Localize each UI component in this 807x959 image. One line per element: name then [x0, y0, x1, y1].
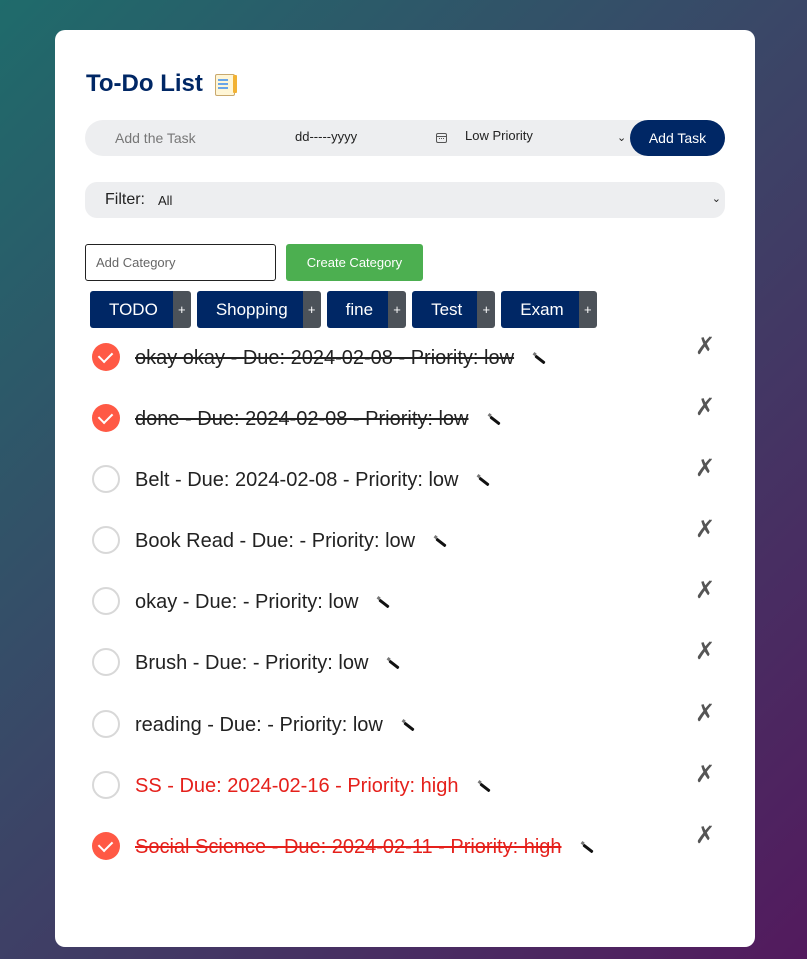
- task-item: Belt - Due: 2024-02-08 - Priority: low ✗: [55, 449, 755, 510]
- unchecked-circle-icon[interactable]: [92, 770, 120, 799]
- category-chip[interactable]: Shopping +: [196, 291, 321, 328]
- category-list: TODO + Shopping + fine + Test + Exam +: [90, 291, 597, 328]
- edit-pencil-icon[interactable]: [378, 598, 390, 609]
- filter-label: Filter:: [105, 191, 145, 208]
- edit-pencil-icon[interactable]: [388, 660, 400, 670]
- delete-icon[interactable]: ✗: [695, 332, 715, 360]
- unchecked-circle-icon[interactable]: [92, 587, 120, 616]
- unchecked-circle-icon[interactable]: [92, 709, 120, 738]
- add-to-category-button[interactable]: +: [388, 291, 407, 328]
- category-input[interactable]: [85, 244, 276, 281]
- category-name[interactable]: Exam: [501, 291, 579, 328]
- delete-icon[interactable]: ✗: [695, 393, 715, 421]
- category-name[interactable]: Shopping: [196, 291, 303, 328]
- create-category-button[interactable]: Create Category: [286, 244, 423, 281]
- todo-card: To-Do List dd-----yyyy Low Priority ⌄ Ad…: [55, 30, 755, 947]
- task-item: Brush - Due: - Priority: low ✗: [55, 632, 755, 693]
- delete-icon[interactable]: ✗: [695, 515, 715, 543]
- notepad-icon: [213, 72, 237, 96]
- task-text[interactable]: done - Due: 2024-02-08 - Priority: low: [135, 408, 469, 431]
- task-text[interactable]: Belt - Due: 2024-02-08 - Priority: low: [135, 469, 458, 492]
- category-chip[interactable]: fine +: [326, 291, 407, 328]
- unchecked-circle-icon[interactable]: [92, 648, 120, 677]
- task-item: okay okay - Due: 2024-02-08 - Priority: …: [55, 327, 755, 388]
- add-task-button[interactable]: Add Task: [630, 120, 725, 156]
- task-input[interactable]: [85, 120, 280, 156]
- task-text[interactable]: reading - Due: - Priority: low: [135, 714, 383, 737]
- checked-circle-icon[interactable]: [92, 831, 120, 860]
- delete-icon[interactable]: ✗: [695, 760, 715, 788]
- delete-icon[interactable]: ✗: [695, 576, 715, 604]
- chevron-down-icon[interactable]: ⌄: [712, 192, 721, 205]
- category-chip[interactable]: Exam +: [501, 291, 597, 328]
- add-to-category-button[interactable]: +: [302, 291, 321, 328]
- category-chip[interactable]: Test +: [412, 291, 496, 328]
- due-date-input[interactable]: dd-----yyyy: [295, 129, 357, 144]
- calendar-icon[interactable]: [436, 133, 447, 143]
- filter-select[interactable]: Filter: All ⌄: [85, 182, 725, 218]
- task-item: Social Science - Due: 2024-02-11 - Prior…: [55, 816, 755, 877]
- edit-pencil-icon[interactable]: [534, 354, 546, 365]
- checked-circle-icon[interactable]: [92, 343, 120, 371]
- task-item: Book Read - Due: - Priority: low ✗: [55, 510, 755, 571]
- task-text[interactable]: SS - Due: 2024-02-16 - Priority: high: [135, 775, 459, 798]
- task-item: reading - Due: - Priority: low ✗: [55, 694, 755, 755]
- unchecked-circle-icon[interactable]: [92, 465, 120, 494]
- delete-icon[interactable]: ✗: [695, 821, 715, 849]
- delete-icon[interactable]: ✗: [695, 637, 715, 665]
- edit-pencil-icon[interactable]: [489, 415, 501, 426]
- task-text[interactable]: okay okay - Due: 2024-02-08 - Priority: …: [135, 347, 514, 370]
- priority-select[interactable]: Low Priority: [465, 128, 630, 143]
- add-to-category-button[interactable]: +: [172, 291, 191, 328]
- delete-icon[interactable]: ✗: [695, 454, 715, 482]
- task-item: okay - Due: - Priority: low ✗: [55, 571, 755, 632]
- page-title: To-Do List: [86, 70, 237, 98]
- edit-pencil-icon[interactable]: [403, 721, 415, 731]
- task-text[interactable]: Book Read - Due: - Priority: low: [135, 530, 415, 553]
- task-text[interactable]: Brush - Due: - Priority: low: [135, 652, 368, 675]
- add-to-category-button[interactable]: +: [578, 291, 597, 328]
- add-to-category-button[interactable]: +: [477, 291, 496, 328]
- edit-pencil-icon[interactable]: [435, 537, 447, 548]
- unchecked-circle-icon[interactable]: [92, 526, 120, 555]
- task-item: SS - Due: 2024-02-16 - Priority: high ✗: [55, 755, 755, 816]
- edit-pencil-icon[interactable]: [582, 843, 594, 854]
- task-text[interactable]: Social Science - Due: 2024-02-11 - Prior…: [135, 836, 562, 859]
- category-chip[interactable]: TODO +: [90, 291, 191, 328]
- delete-icon[interactable]: ✗: [695, 699, 715, 727]
- task-item: done - Due: 2024-02-08 - Priority: low ✗: [55, 388, 755, 449]
- task-text[interactable]: okay - Due: - Priority: low: [135, 591, 358, 614]
- checked-circle-icon[interactable]: [92, 404, 120, 433]
- add-task-row: dd-----yyyy Low Priority ⌄ Add Task: [85, 120, 725, 156]
- category-name[interactable]: Test: [412, 291, 478, 328]
- chevron-down-icon[interactable]: ⌄: [617, 131, 626, 144]
- edit-pencil-icon[interactable]: [479, 782, 491, 793]
- category-name[interactable]: fine: [326, 291, 389, 328]
- category-name[interactable]: TODO: [90, 291, 173, 328]
- task-list: okay okay - Due: 2024-02-08 - Priority: …: [55, 327, 755, 877]
- edit-pencil-icon[interactable]: [478, 476, 490, 487]
- title-text: To-Do List: [86, 70, 203, 97]
- filter-value[interactable]: All: [158, 193, 172, 208]
